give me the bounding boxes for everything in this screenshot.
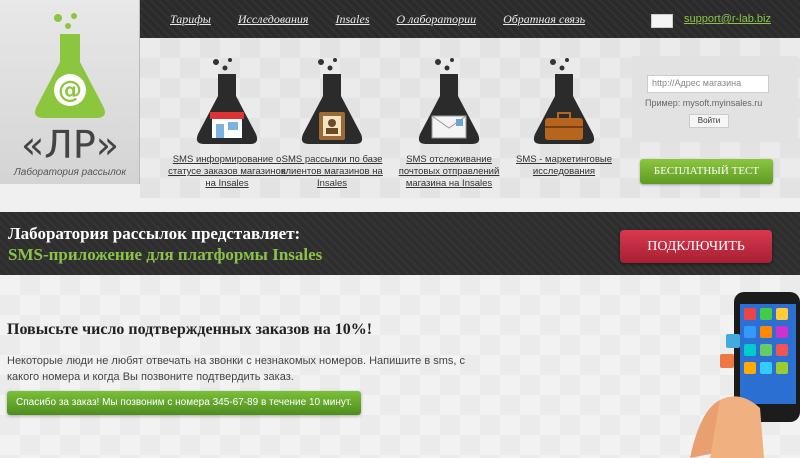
product-client-mailing-link[interactable]: SMS рассылки по базе клиентов магазинов … — [273, 154, 391, 190]
login-button[interactable]: Войти — [689, 114, 729, 128]
smartphone-illustration — [690, 290, 800, 458]
nav-item-tariffs[interactable]: Тарифы — [170, 12, 211, 27]
support-email-link[interactable]: support@r-lab.biz — [684, 13, 771, 25]
product-marketing-research-link[interactable]: SMS - маркетинговые исследования — [505, 154, 623, 178]
shop-address-example: Пример: mysoft.myinsales.ru — [645, 98, 763, 108]
content-headline: Повысьте число подтвержденных заказов на… — [7, 321, 373, 338]
nav-item-about[interactable]: О лаборатории — [397, 12, 477, 27]
language-flag-icon[interactable] — [651, 14, 673, 28]
promo-subtitle: SMS-приложение для платформы Insales — [8, 245, 323, 264]
site-logo[interactable]: @ «ЛР» Лаборатория рассылок — [0, 0, 140, 184]
free-trial-button[interactable]: БЕСПЛАТНЫЙ ТЕСТ — [640, 159, 773, 184]
product-order-status-link[interactable]: SMS информирование о статусе заказов маг… — [168, 154, 286, 190]
content-paragraph: Некоторые люди не любят отвечать на звон… — [7, 355, 465, 383]
promo-title: Лаборатория рассылок представляет: — [8, 224, 301, 243]
shop-icon — [196, 58, 258, 144]
product-order-status[interactable]: SMS информирование о статусе заказов маг… — [168, 58, 286, 190]
product-postal-tracking[interactable]: SMS отслеживание почтовых отправлений ма… — [390, 58, 508, 190]
connect-button[interactable]: ПОДКЛЮЧИТЬ — [620, 230, 772, 263]
envelope-icon — [418, 58, 480, 144]
shop-address-input[interactable]: http://Адрес магазина — [647, 75, 769, 93]
logo-subtitle: Лаборатория рассылок — [13, 167, 127, 178]
sample-sms-bubble: Спасибо за заказ! Мы позвоним с номера 3… — [7, 391, 361, 415]
address-book-icon — [301, 58, 363, 144]
nav-item-insales[interactable]: Insales — [336, 12, 370, 27]
product-client-mailing[interactable]: SMS рассылки по базе клиентов магазинов … — [273, 58, 391, 190]
svg-text:@: @ — [58, 76, 82, 104]
product-marketing-research[interactable]: SMS - маркетинговые исследования — [505, 58, 623, 178]
briefcase-icon — [533, 58, 595, 144]
logo-abbreviation: «ЛР» — [21, 123, 119, 167]
main-nav: Тарифы Исследования Insales О лаборатори… — [140, 0, 612, 38]
nav-item-feedback[interactable]: Обратная связь — [503, 12, 585, 27]
product-postal-tracking-link[interactable]: SMS отслеживание почтовых отправлений ма… — [390, 154, 508, 190]
nav-item-research[interactable]: Исследования — [238, 12, 309, 27]
flask-logo-icon: @ — [35, 13, 105, 118]
